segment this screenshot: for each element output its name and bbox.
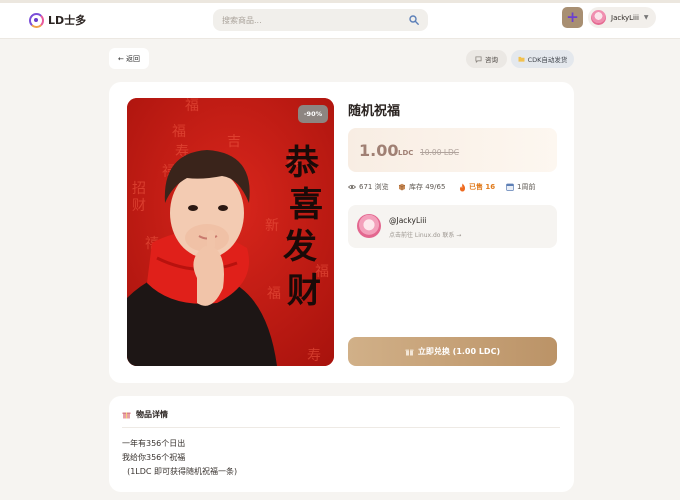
stock-label: 库存 49/65 bbox=[409, 183, 446, 191]
stock-stat: 库存 49/65 bbox=[398, 182, 445, 192]
details-heading: 物品详情 bbox=[122, 409, 168, 420]
svg-text:发: 发 bbox=[283, 227, 317, 267]
svg-text:寿: 寿 bbox=[307, 347, 321, 364]
ask-button[interactable]: 咨询 bbox=[466, 50, 507, 68]
svg-text:招: 招 bbox=[132, 181, 146, 197]
svg-text:新: 新 bbox=[265, 218, 279, 234]
folder-icon bbox=[518, 56, 525, 62]
price-value: 1.00 bbox=[359, 141, 399, 160]
search-box bbox=[213, 9, 428, 31]
svg-text:恭: 恭 bbox=[284, 143, 320, 183]
product-image: 福福寿 招财禄 福新福 福寿福 吉禧 恭喜发财 bbox=[127, 98, 334, 366]
price-panel: 1.00 LDC 10.00 LDC bbox=[348, 128, 557, 172]
cdk-auto-delivery-button[interactable]: CDK自动发货 bbox=[511, 50, 574, 68]
logo-text: LD士多 bbox=[48, 14, 87, 27]
discount-badge: -90% bbox=[298, 105, 328, 123]
price-unit: LDC bbox=[398, 149, 414, 157]
ask-label: 咨询 bbox=[485, 56, 498, 64]
site-logo[interactable]: LD士多 bbox=[29, 12, 86, 28]
seller-name: @JackyLiii bbox=[389, 216, 427, 225]
sold-stat: 已售 16 bbox=[459, 182, 495, 192]
original-price: 10.00 LDC bbox=[420, 148, 460, 157]
gift-icon bbox=[122, 412, 131, 419]
sold-label: 已售 16 bbox=[469, 183, 496, 191]
seller-card[interactable]: @JackyLiii 点击前往 Linux.do 联系 → bbox=[348, 205, 557, 248]
add-button[interactable]: + bbox=[562, 7, 583, 28]
time-label: 1周前 bbox=[517, 183, 536, 191]
details-line: 一年有356个日出 bbox=[122, 439, 186, 448]
search-icon[interactable] bbox=[409, 15, 419, 25]
eye-icon bbox=[348, 184, 356, 190]
details-title: 物品详情 bbox=[136, 410, 168, 419]
box-icon bbox=[398, 183, 406, 191]
product-stats: 671 浏览 库存 49/65 已售 16 1周前 bbox=[348, 182, 557, 194]
divider bbox=[122, 427, 560, 428]
cdk-label: CDK自动发货 bbox=[527, 56, 568, 64]
details-body: 一年有356个日出 我给你356个祝福 (1LDC 即可获得随机祝福一条) bbox=[122, 437, 237, 479]
svg-text:福: 福 bbox=[172, 124, 186, 140]
redeem-label: 立即兑换 (1.00 LDC) bbox=[417, 347, 501, 356]
time-stat: 1周前 bbox=[506, 182, 535, 192]
gift-icon bbox=[405, 349, 414, 356]
avatar bbox=[591, 10, 606, 25]
svg-text:福: 福 bbox=[267, 286, 281, 302]
fire-icon bbox=[459, 183, 466, 191]
plus-icon: + bbox=[566, 8, 579, 26]
svg-text:财: 财 bbox=[132, 198, 146, 214]
product-title: 随机祝福 bbox=[348, 104, 401, 119]
details-line: (1LDC 即可获得随机祝福一条) bbox=[122, 467, 238, 476]
svg-text:福: 福 bbox=[185, 98, 199, 114]
logo-icon bbox=[29, 12, 44, 28]
search-input[interactable] bbox=[213, 9, 403, 31]
redeem-button[interactable]: 立即兑换 (1.00 LDC) bbox=[348, 337, 557, 366]
calendar-icon bbox=[506, 183, 514, 191]
chat-icon bbox=[475, 55, 482, 63]
svg-text:吉: 吉 bbox=[227, 134, 241, 150]
seller-contact-link[interactable]: 点击前往 Linux.do 联系 → bbox=[389, 230, 461, 239]
user-menu[interactable]: JackyLiii ▼ bbox=[588, 7, 656, 28]
back-button[interactable]: ← 返回 bbox=[109, 48, 149, 69]
seller-avatar bbox=[357, 214, 381, 238]
views-stat: 671 浏览 bbox=[348, 182, 389, 192]
views-label: 671 浏览 bbox=[359, 183, 389, 191]
chevron-down-icon: ▼ bbox=[643, 14, 649, 21]
details-line: 我给你356个祝福 bbox=[122, 453, 186, 462]
user-name: JackyLiii bbox=[611, 13, 639, 22]
svg-text:财: 财 bbox=[287, 271, 321, 311]
svg-text:喜: 喜 bbox=[289, 185, 323, 225]
